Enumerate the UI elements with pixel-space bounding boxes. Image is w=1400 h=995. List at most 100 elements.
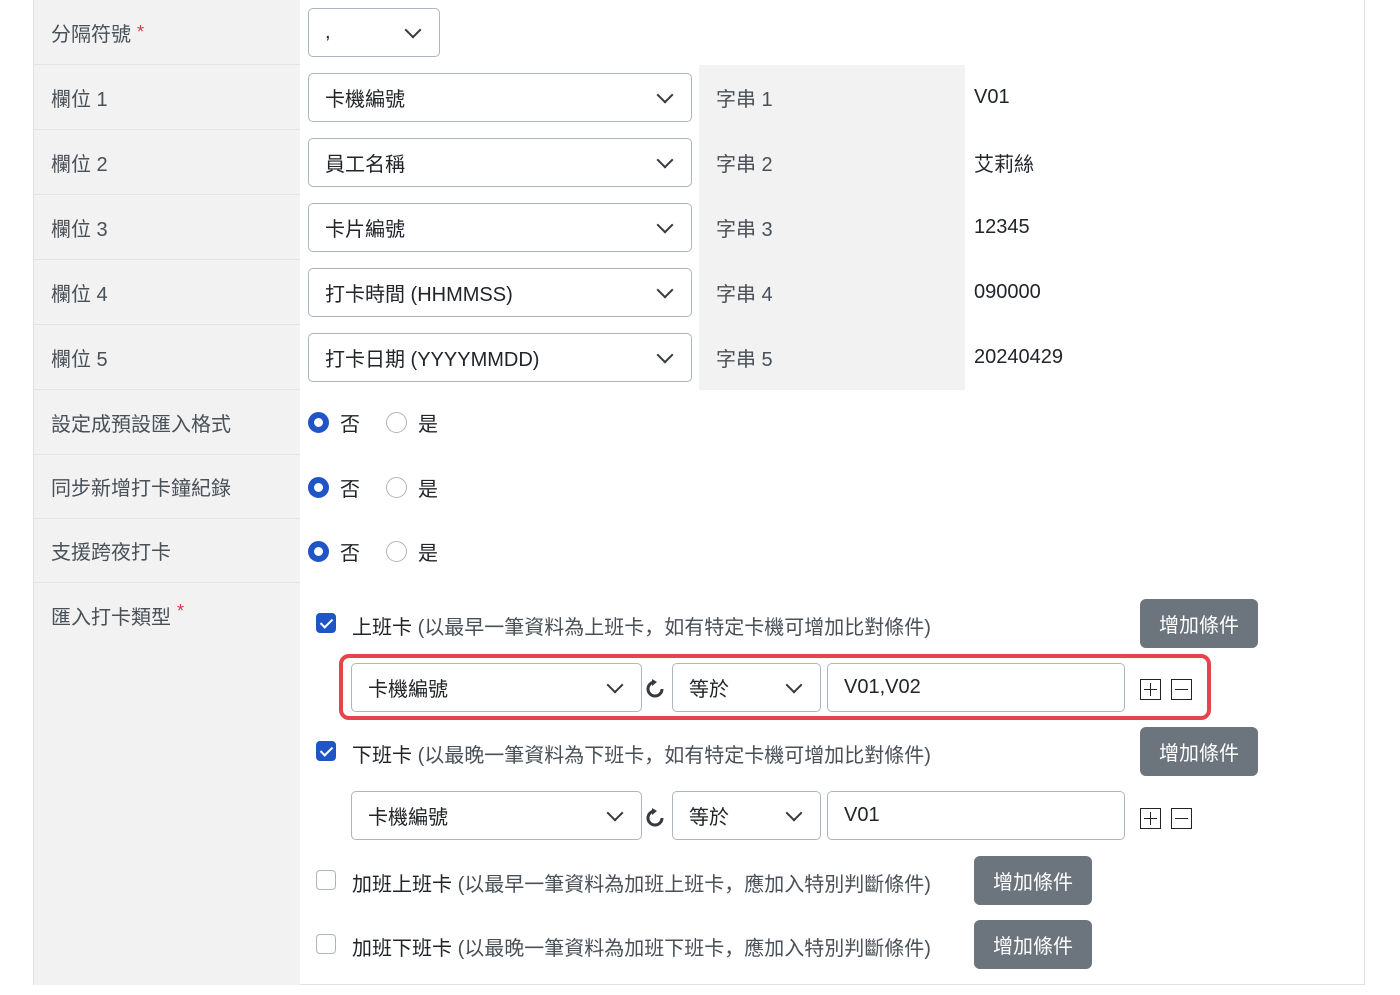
condition-operator-value: 等於 <box>689 679 729 701</box>
field-select-1[interactable]: 卡機編號 <box>308 73 692 122</box>
string-label: 字串 4 <box>699 260 965 325</box>
option-label-text: 支援跨夜打卡 <box>51 542 171 564</box>
option-label: 設定成預設匯入格式 <box>34 390 300 455</box>
chevron-down-icon <box>656 216 674 233</box>
radio-yes[interactable] <box>386 540 407 562</box>
chevron-down-icon <box>785 676 803 693</box>
clock-out-desc: (以最晚一筆資料為下班卡，如有特定卡機可增加比對條件) <box>417 745 931 767</box>
minus-square-icon[interactable] <box>1171 808 1192 829</box>
overtime-in-name: 加班上班卡 <box>352 874 452 896</box>
field-label-text: 欄位 4 <box>51 283 108 306</box>
add-condition-button[interactable]: 增加條件 <box>1140 599 1258 648</box>
refresh-icon[interactable] <box>645 808 665 828</box>
field-row-5: 欄位 5 打卡日期 (YYYYMMDD) 字串 5 20240429 <box>34 325 1364 390</box>
delimiter-label-text: 分隔符號 <box>51 23 131 46</box>
radio-no[interactable] <box>308 412 329 433</box>
required-mark: * <box>177 601 185 621</box>
radio-no[interactable] <box>308 540 329 562</box>
string-label-text: 字串 2 <box>716 154 773 176</box>
radio-yes-label[interactable]: 是 <box>418 537 438 566</box>
condition-field-select[interactable]: 卡機編號 <box>351 791 642 840</box>
field-row-3: 欄位 3 卡片編號 字串 3 12345 <box>34 195 1364 260</box>
field-label: 欄位 4 <box>34 260 300 325</box>
minus-square-icon[interactable] <box>1171 679 1192 700</box>
radio-no[interactable] <box>308 476 329 498</box>
punch-types-label: 匯入打卡類型 * <box>34 583 300 985</box>
overtime-out-checkbox[interactable] <box>316 934 336 954</box>
chevron-down-icon <box>656 346 674 363</box>
field-label: 欄位 3 <box>34 195 300 260</box>
field-label-text: 欄位 1 <box>51 88 108 111</box>
delimiter-select[interactable]: , <box>308 8 440 57</box>
radio-no-label[interactable]: 否 <box>340 473 360 502</box>
overtime-in-checkbox[interactable] <box>316 870 336 890</box>
plus-square-icon[interactable] <box>1140 679 1161 700</box>
overtime-out-text: 加班下班卡 (以最晚一筆資料為加班下班卡，應加入特別判斷條件) <box>352 932 931 961</box>
overtime-in-desc: (以最早一筆資料為加班上班卡，應加入特別判斷條件) <box>457 874 931 896</box>
option-label-text: 同步新增打卡鐘紀錄 <box>51 478 231 500</box>
condition-field-select[interactable]: 卡機編號 <box>351 663 642 712</box>
plus-square-icon[interactable] <box>1140 808 1161 829</box>
condition-value-input[interactable]: V01 <box>827 791 1125 840</box>
clock-in-checkbox[interactable] <box>316 613 336 633</box>
chevron-down-icon <box>656 151 674 168</box>
string-label-text: 字串 5 <box>716 349 773 371</box>
radio-group: 否 是 <box>308 390 464 455</box>
condition-operator-select[interactable]: 等於 <box>672 663 821 712</box>
field-select-value: 卡片編號 <box>325 219 405 241</box>
refresh-icon[interactable] <box>645 679 665 699</box>
radio-no-label[interactable]: 否 <box>340 537 360 566</box>
option-label: 支援跨夜打卡 <box>34 519 300 583</box>
clock-in-text: 上班卡 (以最早一筆資料為上班卡，如有特定卡機可增加比對條件) <box>352 611 931 640</box>
field-select-3[interactable]: 卡片編號 <box>308 203 692 252</box>
string-value: 20240429 <box>974 346 1063 368</box>
field-select-4[interactable]: 打卡時間 (HHMMSS) <box>308 268 692 317</box>
radio-group: 否 是 <box>308 519 464 583</box>
radio-yes-label[interactable]: 是 <box>418 473 438 502</box>
field-select-value: 打卡時間 (HHMMSS) <box>325 284 513 306</box>
radio-group: 否 是 <box>308 455 464 519</box>
string-label: 字串 2 <box>699 130 965 195</box>
option-row-overnight: 支援跨夜打卡 否 是 <box>34 519 1364 583</box>
chevron-down-icon <box>785 804 803 821</box>
string-value: V01 <box>974 86 1010 108</box>
overtime-out-name: 加班下班卡 <box>352 938 452 960</box>
clock-out-text: 下班卡 (以最晚一筆資料為下班卡，如有特定卡機可增加比對條件) <box>352 739 931 768</box>
condition-operator-select[interactable]: 等於 <box>672 791 821 840</box>
add-condition-button[interactable]: 增加條件 <box>974 856 1092 905</box>
field-select-5[interactable]: 打卡日期 (YYYYMMDD) <box>308 333 692 382</box>
chevron-down-icon <box>656 86 674 103</box>
field-row-1: 欄位 1 卡機編號 字串 1 V01 <box>34 65 1364 130</box>
radio-yes-label[interactable]: 是 <box>418 408 438 437</box>
condition-field-value: 卡機編號 <box>368 807 448 829</box>
condition-field-value: 卡機編號 <box>368 679 448 701</box>
field-row-2: 欄位 2 員工名稱 字串 2 艾莉絲 <box>34 130 1364 195</box>
string-label-text: 字串 4 <box>716 284 773 306</box>
option-row-default-format: 設定成預設匯入格式 否 是 <box>34 390 1364 455</box>
option-row-sync-punch: 同步新增打卡鐘紀錄 否 是 <box>34 455 1364 519</box>
field-label-text: 欄位 2 <box>51 153 108 176</box>
delimiter-row: 分隔符號 * , <box>34 0 1364 65</box>
condition-value-text: V01,V02 <box>844 676 921 698</box>
chevron-down-icon <box>606 676 624 693</box>
clock-out-checkbox[interactable] <box>316 741 336 761</box>
condition-value-input[interactable]: V01,V02 <box>827 663 1125 712</box>
field-select-2[interactable]: 員工名稱 <box>308 138 692 187</box>
delimiter-select-value: , <box>325 21 331 43</box>
string-value: 090000 <box>974 281 1041 303</box>
punch-types-label-text: 匯入打卡類型 <box>51 607 171 629</box>
radio-yes[interactable] <box>386 412 407 433</box>
string-label-text: 字串 3 <box>716 219 773 241</box>
field-label: 欄位 5 <box>34 325 300 390</box>
clock-in-name: 上班卡 <box>352 617 412 639</box>
add-condition-button[interactable]: 增加條件 <box>1140 727 1258 776</box>
add-condition-button[interactable]: 增加條件 <box>974 920 1092 969</box>
field-label-text: 欄位 3 <box>51 218 108 241</box>
string-value: 12345 <box>974 216 1030 238</box>
overtime-in-text: 加班上班卡 (以最早一筆資料為加班上班卡，應加入特別判斷條件) <box>352 868 931 897</box>
chevron-down-icon <box>404 21 422 38</box>
radio-yes[interactable] <box>386 476 407 498</box>
chevron-down-icon <box>656 281 674 298</box>
string-label-text: 字串 1 <box>716 89 773 111</box>
radio-no-label[interactable]: 否 <box>340 408 360 437</box>
